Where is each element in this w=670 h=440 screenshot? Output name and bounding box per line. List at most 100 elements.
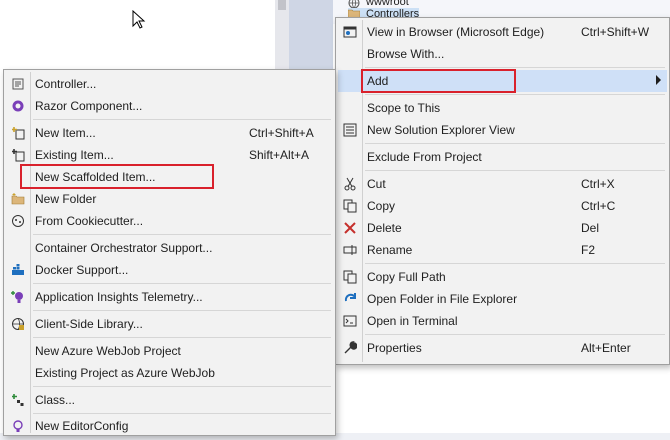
menu-item-view-in-browser[interactable]: View in Browser (Microsoft Edge) Ctrl+Sh…: [338, 21, 667, 43]
menu-separator: [33, 337, 331, 338]
menu-item-properties[interactable]: Properties Alt+Enter: [338, 337, 667, 359]
menu-item-copy-full-path[interactable]: Copy Full Path: [338, 266, 667, 288]
tree-row-label: wwwroot: [366, 0, 409, 8]
submenu-item-label: New Scaffolded Item...: [35, 170, 156, 184]
submenu-item-label: Application Insights Telemetry...: [35, 290, 203, 304]
submenu-item-client-side-library[interactable]: Client-Side Library...: [6, 313, 333, 335]
menu-item-label: Delete: [367, 221, 402, 235]
menu-item-label: Properties: [367, 341, 422, 355]
submenu-item-app-insights[interactable]: Application Insights Telemetry...: [6, 286, 333, 308]
menu-item-label: Cut: [367, 177, 386, 191]
submenu-item-shortcut: Shift+Alt+A: [249, 148, 310, 162]
menu-item-open-in-terminal[interactable]: Open in Terminal: [338, 310, 667, 332]
menu-separator: [365, 170, 665, 171]
menu-separator: [33, 283, 331, 284]
menu-item-shortcut: Ctrl+C: [581, 199, 616, 213]
submenu-arrow-icon: [656, 75, 661, 85]
menu-separator: [365, 143, 665, 144]
open-folder-arrow-icon: [342, 291, 358, 307]
new-item-icon: [10, 125, 26, 141]
submenu-item-new-item[interactable]: New Item... Ctrl+Shift+A: [6, 122, 333, 144]
menu-separator: [33, 119, 331, 120]
menu-item-delete[interactable]: Delete Del: [338, 217, 667, 239]
submenu-item-new-folder[interactable]: New Folder: [6, 188, 333, 210]
submenu-item-new-scaffolded-item[interactable]: New Scaffolded Item...: [6, 166, 333, 188]
submenu-item-controller[interactable]: Controller...: [6, 73, 333, 95]
submenu-item-label: New EditorConfig: [35, 419, 129, 433]
submenu-item-existing-item[interactable]: Existing Item... Shift+Alt+A: [6, 144, 333, 166]
menu-item-label: Rename: [367, 243, 413, 257]
menu-item-label: New Solution Explorer View: [367, 123, 515, 137]
submenu-item-label: Class...: [35, 393, 76, 407]
submenu-item-existing-project-as-webjob[interactable]: Existing Project as Azure WebJob: [6, 362, 333, 384]
menu-separator: [365, 263, 665, 264]
menu-item-exclude-from-project[interactable]: Exclude From Project: [338, 146, 667, 168]
menu-item-label: Open Folder in File Explorer: [367, 292, 518, 306]
class-icon: [10, 392, 26, 408]
wrench-icon: [342, 340, 358, 356]
app-insights-icon: [10, 289, 26, 305]
scissors-icon: [342, 176, 358, 192]
editor-scrollbar-thumb[interactable]: [278, 0, 286, 10]
menu-separator: [365, 94, 665, 95]
submenu-item-label: Razor Component...: [35, 99, 143, 113]
submenu-item-label: New Item...: [35, 126, 96, 140]
menu-item-cut[interactable]: Cut Ctrl+X: [338, 173, 667, 195]
menu-item-scope-to-this[interactable]: Scope to This: [338, 97, 667, 119]
submenu-item-class[interactable]: Class...: [6, 389, 333, 411]
existing-item-icon: [10, 147, 26, 163]
terminal-icon: [342, 313, 358, 329]
menu-separator: [33, 310, 331, 311]
menu-item-shortcut: Alt+Enter: [581, 341, 631, 355]
submenu-item-label: New Azure WebJob Project: [35, 344, 181, 358]
submenu-item-razor-component[interactable]: Razor Component...: [6, 95, 333, 117]
browser-icon: [342, 24, 358, 40]
menu-item-open-folder-in-file-explorer[interactable]: Open Folder in File Explorer: [338, 288, 667, 310]
submenu-item-new-azure-webjob-project[interactable]: New Azure WebJob Project: [6, 340, 333, 362]
tree-row-wwwroot[interactable]: wwwroot: [348, 0, 409, 9]
context-menu: View in Browser (Microsoft Edge) Ctrl+Sh…: [335, 17, 670, 365]
submenu-item-container-orchestrator[interactable]: Container Orchestrator Support...: [6, 237, 333, 259]
add-submenu: Controller... Razor Component... New Ite…: [3, 69, 336, 436]
menu-item-shortcut: F2: [581, 243, 596, 257]
menu-item-label: Scope to This: [367, 101, 441, 115]
menu-item-label: Add: [367, 74, 389, 88]
menu-item-label: View in Browser (Microsoft Edge): [367, 25, 545, 39]
rename-icon: [342, 242, 358, 258]
submenu-item-label: Existing Project as Azure WebJob: [35, 366, 215, 380]
menu-item-new-solution-explorer-view[interactable]: New Solution Explorer View: [338, 119, 667, 141]
submenu-item-label: Client-Side Library...: [35, 317, 143, 331]
submenu-item-shortcut: Ctrl+Shift+A: [249, 126, 314, 140]
menu-item-shortcut: Del: [581, 221, 600, 235]
menu-item-label: Browse With...: [367, 47, 445, 61]
submenu-item-new-editorconfig[interactable]: New EditorConfig: [6, 415, 333, 437]
controller-icon: [10, 76, 26, 92]
submenu-item-label: Container Orchestrator Support...: [35, 241, 213, 255]
submenu-item-label: New Folder: [35, 192, 97, 206]
new-folder-icon: [10, 191, 26, 207]
menu-item-label: Exclude From Project: [367, 150, 482, 164]
menu-separator: [365, 67, 665, 68]
editorconfig-icon: [10, 418, 26, 434]
menu-item-label: Copy: [367, 199, 396, 213]
delete-x-icon: [342, 220, 358, 236]
submenu-item-docker-support[interactable]: Docker Support...: [6, 259, 333, 281]
menu-separator: [33, 413, 331, 414]
menu-item-label: Copy Full Path: [367, 270, 446, 284]
client-library-icon: [10, 316, 26, 332]
docker-icon: [10, 262, 26, 278]
copy-path-icon: [342, 269, 358, 285]
editor-scrollbar[interactable]: [275, 0, 289, 72]
menu-item-add[interactable]: Add: [338, 70, 667, 92]
submenu-item-from-cookiecutter[interactable]: From Cookiecutter...: [6, 210, 333, 232]
menu-item-copy[interactable]: Copy Ctrl+C: [338, 195, 667, 217]
menu-item-browse-with[interactable]: Browse With...: [338, 43, 667, 65]
menu-separator: [33, 386, 331, 387]
submenu-item-label: From Cookiecutter...: [35, 214, 144, 228]
menu-item-shortcut: Ctrl+Shift+W: [581, 25, 650, 39]
submenu-item-label: Existing Item...: [35, 148, 114, 162]
menu-item-shortcut: Ctrl+X: [581, 177, 615, 191]
menu-separator: [365, 334, 665, 335]
menu-separator: [33, 234, 331, 235]
menu-item-rename[interactable]: Rename F2: [338, 239, 667, 261]
